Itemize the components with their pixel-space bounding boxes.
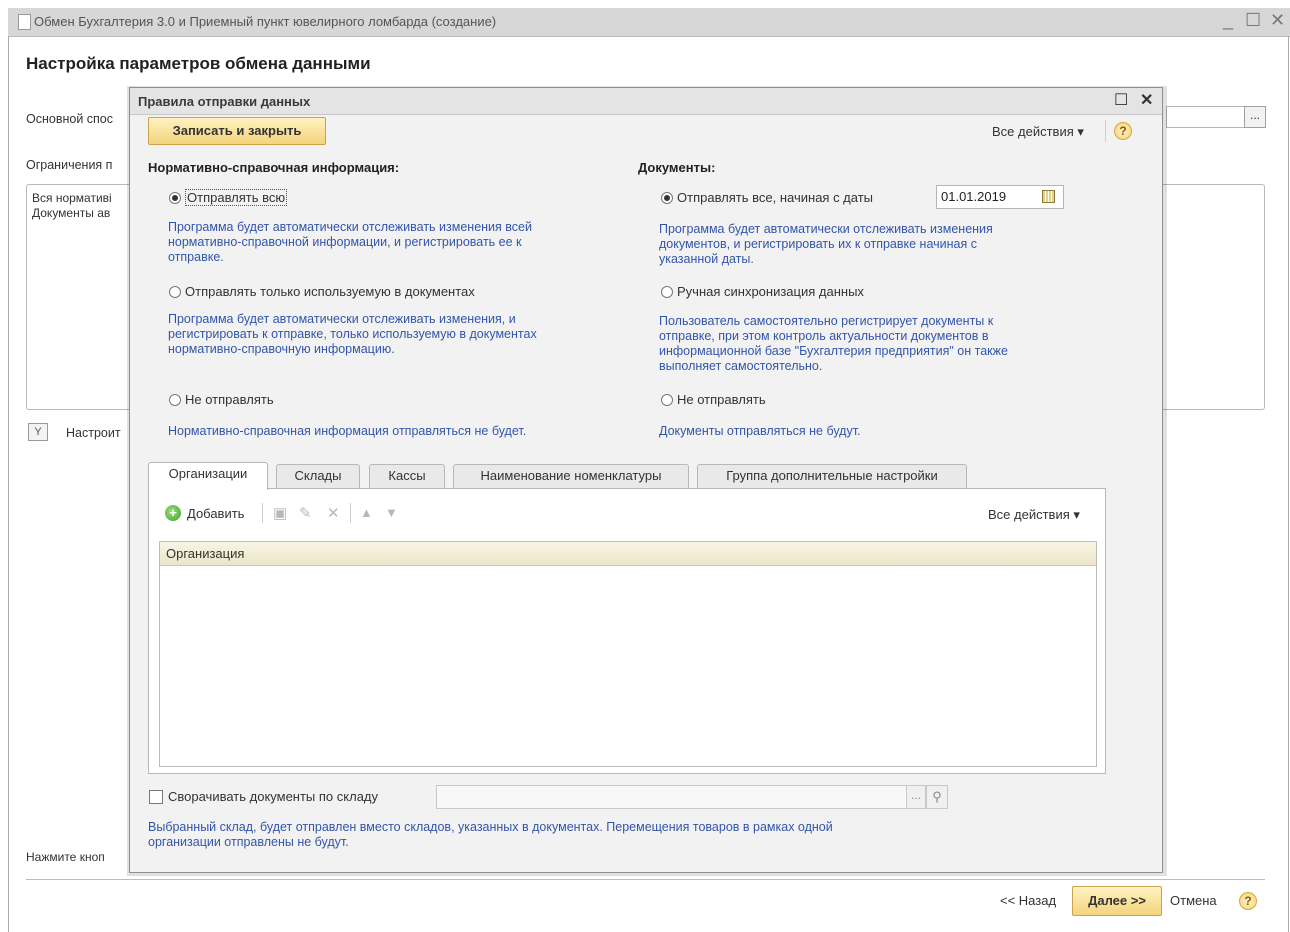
close-button[interactable]: ✕	[1270, 10, 1285, 31]
all-actions-menu[interactable]: Все действия ▾	[992, 124, 1084, 140]
move-up-icon[interactable]: ▲	[360, 505, 373, 520]
copy-icon[interactable]: ▣	[273, 504, 287, 522]
add-icon: +	[165, 505, 181, 521]
delete-icon[interactable]: ✕	[327, 504, 340, 522]
nsi-option-label[interactable]: Не отправлять	[185, 392, 274, 407]
docs-radio-from-date[interactable]	[661, 192, 673, 204]
collapse-by-warehouse-checkbox[interactable]	[149, 790, 163, 804]
maximize-button[interactable]: ☐	[1245, 10, 1261, 31]
warehouse-field[interactable]	[436, 785, 908, 809]
nsi-option-label[interactable]: Отправлять только используемую в докумен…	[185, 284, 475, 299]
add-label: Добавить	[187, 506, 245, 521]
divider	[1105, 120, 1106, 142]
edit-icon[interactable]: ✎	[299, 504, 312, 522]
warehouse-select-button[interactable]: ...	[906, 785, 926, 809]
nsi-radio-send-all[interactable]	[169, 192, 181, 204]
dialog-close-button[interactable]: ✕	[1140, 90, 1153, 110]
docs-option-hint: Программа будет автоматически отслеживат…	[659, 222, 993, 266]
tab-organizations[interactable]: Организации	[148, 462, 268, 490]
column-header-organization[interactable]: Организация	[160, 542, 1096, 566]
cancel-button[interactable]: Отмена	[1170, 893, 1217, 908]
divider	[350, 503, 351, 523]
docs-radio-manual[interactable]	[661, 286, 673, 298]
next-button[interactable]: Далее >>	[1072, 886, 1162, 916]
configure-button[interactable]: Настроит	[66, 426, 121, 440]
page-title: Настройка параметров обмена данными	[26, 54, 371, 73]
tab-nomenclature-names[interactable]: Наименование номенклатуры	[453, 464, 689, 488]
docs-option-label[interactable]: Отправлять все, начиная с даты	[677, 190, 873, 205]
dialog-titlebar: Правила отправки данных ☐ ✕	[130, 88, 1162, 115]
chevron-down-icon: ▾	[1073, 507, 1080, 522]
collapse-by-warehouse-label[interactable]: Сворачивать документы по складу	[168, 789, 378, 804]
documents-heading: Документы:	[638, 160, 716, 175]
window-title: Обмен Бухгалтерия 3.0 и Приемный пункт ю…	[34, 14, 497, 29]
chevron-down-icon: ▾	[1077, 124, 1084, 139]
docs-option-hint: Документы отправляться не будут.	[659, 424, 861, 438]
document-icon	[18, 14, 31, 30]
move-down-icon[interactable]: ▼	[385, 505, 398, 520]
divider	[262, 503, 263, 523]
tab-warehouses[interactable]: Склады	[276, 464, 360, 488]
save-close-button[interactable]: Записать и закрыть	[148, 117, 326, 145]
hint-text: Нажмите кноп	[26, 850, 105, 864]
divider	[26, 879, 1265, 880]
nsi-option-hint: Программа будет автоматически отслеживат…	[168, 220, 532, 264]
help-icon[interactable]: ?	[1239, 892, 1257, 910]
nsi-option-hint: Нормативно-справочная информация отправл…	[168, 424, 527, 438]
back-button[interactable]: << Назад	[1000, 893, 1056, 908]
nsi-option-label[interactable]: Отправлять всю	[185, 189, 288, 206]
dialog-title: Правила отправки данных	[138, 94, 311, 109]
docs-option-label[interactable]: Ручная синхронизация данных	[677, 284, 864, 299]
docs-radio-none[interactable]	[661, 394, 673, 406]
nsi-heading: Нормативно-справочная информация:	[148, 160, 400, 175]
main-method-field[interactable]	[1166, 106, 1246, 128]
add-button[interactable]: + Добавить	[163, 505, 263, 525]
organizations-panel: + Добавить ▣ ✎ ✕ ▲ ▼ Все действия ▾ Орга…	[148, 488, 1106, 774]
main-method-label: Основной спос	[26, 112, 113, 126]
restrictions-line: Вся нормативі	[32, 191, 112, 205]
grid-all-actions-menu[interactable]: Все действия ▾	[988, 507, 1080, 523]
send-rules-dialog: Правила отправки данных ☐ ✕ Записать и з…	[129, 87, 1163, 873]
minimize-button[interactable]: _	[1223, 10, 1233, 31]
all-actions-label: Все действия	[992, 124, 1074, 139]
nsi-radio-none[interactable]	[169, 394, 181, 406]
docs-option-label[interactable]: Не отправлять	[677, 392, 766, 407]
docs-option-hint: Пользователь самостоятельно регистрирует…	[659, 314, 1008, 373]
nsi-radio-used-only[interactable]	[169, 286, 181, 298]
main-method-select-button[interactable]: ...	[1244, 106, 1266, 128]
help-icon[interactable]: ?	[1114, 122, 1132, 140]
collapse-hint: Выбранный склад, будет отправлен вместо …	[148, 820, 833, 849]
calendar-icon[interactable]	[1042, 190, 1055, 203]
tab-additional-settings[interactable]: Группа дополнительные настройки	[697, 464, 967, 488]
search-icon[interactable]: ⚲	[926, 785, 948, 809]
organizations-table[interactable]: Организация	[159, 541, 1097, 767]
restrictions-label: Ограничения п	[26, 158, 113, 172]
all-actions-label: Все действия	[988, 507, 1070, 522]
nsi-option-hint: Программа будет автоматически отслеживат…	[168, 312, 537, 356]
window-titlebar: Обмен Бухгалтерия 3.0 и Приемный пункт ю…	[8, 8, 1290, 37]
dialog-maximize-button[interactable]: ☐	[1114, 90, 1128, 110]
filter-icon[interactable]: Y	[28, 423, 48, 441]
restrictions-line: Документы ав	[32, 206, 111, 220]
tab-cash-desks[interactable]: Кассы	[369, 464, 445, 488]
